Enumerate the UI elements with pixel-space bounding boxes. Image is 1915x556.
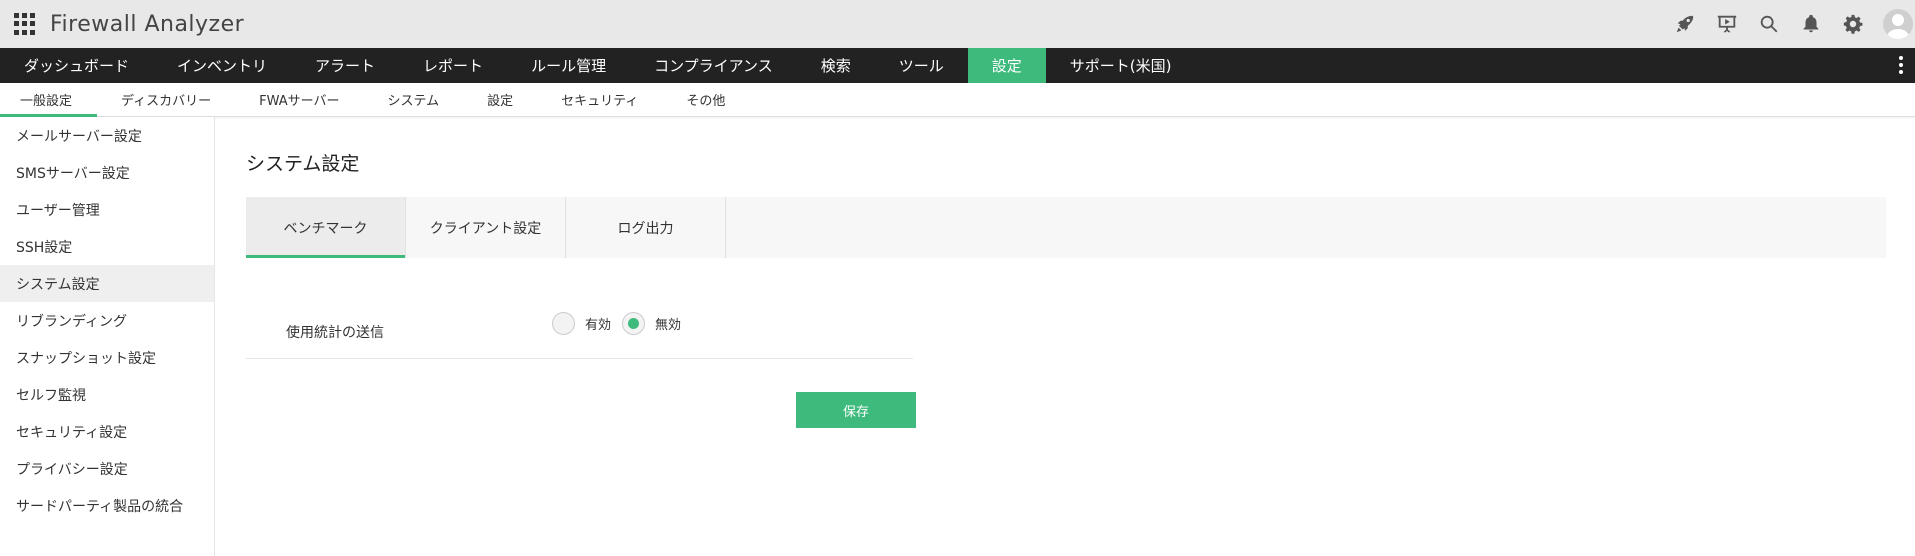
subnav-settings[interactable]: 設定 bbox=[463, 83, 537, 116]
sidebar-item-ssh[interactable]: SSH設定 bbox=[0, 228, 214, 265]
apps-grid-icon[interactable] bbox=[14, 13, 36, 35]
main-nav: ダッシュボード インベントリ アラート レポート ルール管理 コンプライアンス … bbox=[0, 48, 1915, 83]
search-icon[interactable] bbox=[1757, 12, 1781, 36]
tab-benchmark[interactable]: ベンチマーク bbox=[246, 197, 406, 258]
subnav-other[interactable]: その他 bbox=[662, 83, 749, 116]
disable-radio[interactable] bbox=[622, 312, 646, 335]
sidebar: メールサーバー設定 SMSサーバー設定 ユーザー管理 SSH設定 システム設定 … bbox=[0, 117, 215, 556]
app-title: Firewall Analyzer bbox=[50, 11, 245, 37]
bell-icon[interactable] bbox=[1799, 12, 1823, 36]
nav-reports[interactable]: レポート bbox=[399, 48, 507, 83]
sidebar-item-sms-server[interactable]: SMSサーバー設定 bbox=[0, 154, 214, 191]
sidebar-item-snapshot[interactable]: スナップショット設定 bbox=[0, 339, 214, 376]
usage-stats-label: 使用統計の送信 bbox=[286, 325, 384, 341]
tab-log-output[interactable]: ログ出力 bbox=[566, 197, 726, 258]
subnav-security[interactable]: セキュリティ bbox=[537, 83, 662, 116]
sidebar-item-system-settings[interactable]: システム設定 bbox=[0, 265, 214, 302]
main-content: システム設定 ベンチマーク クライアント設定 ログ出力 使用統計の送信 有効 無… bbox=[216, 117, 1915, 556]
nav-alerts[interactable]: アラート bbox=[291, 48, 399, 83]
sidebar-item-mail-server[interactable]: メールサーバー設定 bbox=[0, 117, 214, 154]
sidebar-item-user-management[interactable]: ユーザー管理 bbox=[0, 191, 214, 228]
nav-settings[interactable]: 設定 bbox=[967, 48, 1046, 83]
enable-radio-label[interactable]: 有効 bbox=[585, 314, 611, 333]
rocket-icon[interactable] bbox=[1673, 12, 1697, 36]
more-menu-icon[interactable] bbox=[1899, 56, 1903, 74]
radio-selected-dot bbox=[628, 318, 640, 329]
nav-inventory[interactable]: インベントリ bbox=[153, 48, 291, 83]
disable-radio-label[interactable]: 無効 bbox=[655, 314, 681, 333]
usage-stats-row: 使用統計の送信 有効 無効 bbox=[246, 295, 913, 359]
enable-radio[interactable] bbox=[552, 312, 575, 335]
subnav-fwa-server[interactable]: FWAサーバー bbox=[235, 83, 363, 116]
gear-icon[interactable] bbox=[1841, 12, 1865, 36]
sidebar-item-rebranding[interactable]: リブランディング bbox=[0, 302, 214, 339]
header-icons bbox=[1673, 0, 1915, 48]
subnav-discovery[interactable]: ディスカバリー bbox=[97, 83, 235, 116]
save-button[interactable]: 保存 bbox=[796, 392, 916, 428]
user-avatar-icon[interactable] bbox=[1883, 9, 1913, 39]
nav-support[interactable]: サポート(米国) bbox=[1046, 48, 1196, 83]
sidebar-item-security[interactable]: セキュリティ設定 bbox=[0, 413, 214, 450]
sidebar-item-third-party[interactable]: サードパーティ製品の統合 bbox=[0, 487, 214, 524]
sidebar-item-privacy[interactable]: プライバシー設定 bbox=[0, 450, 214, 487]
sub-nav: 一般設定 ディスカバリー FWAサーバー システム 設定 セキュリティ その他 bbox=[0, 83, 1915, 117]
nav-search[interactable]: 検索 bbox=[797, 48, 875, 83]
usage-stats-radio-group: 有効 無効 bbox=[552, 312, 692, 335]
nav-tools[interactable]: ツール bbox=[875, 48, 968, 83]
top-header: Firewall Analyzer bbox=[0, 0, 1915, 48]
subnav-system[interactable]: システム bbox=[364, 83, 464, 116]
settings-tabs: ベンチマーク クライアント設定 ログ出力 bbox=[246, 197, 1886, 258]
nav-rule-management[interactable]: ルール管理 bbox=[507, 48, 630, 83]
page-title: システム設定 bbox=[246, 153, 360, 175]
tab-client-settings[interactable]: クライアント設定 bbox=[406, 197, 566, 258]
nav-compliance[interactable]: コンプライアンス bbox=[630, 48, 797, 83]
subnav-general-settings[interactable]: 一般設定 bbox=[0, 83, 98, 117]
presentation-icon[interactable] bbox=[1715, 12, 1739, 36]
nav-dashboard[interactable]: ダッシュボード bbox=[0, 48, 153, 83]
sidebar-item-self-monitoring[interactable]: セルフ監視 bbox=[0, 376, 214, 413]
